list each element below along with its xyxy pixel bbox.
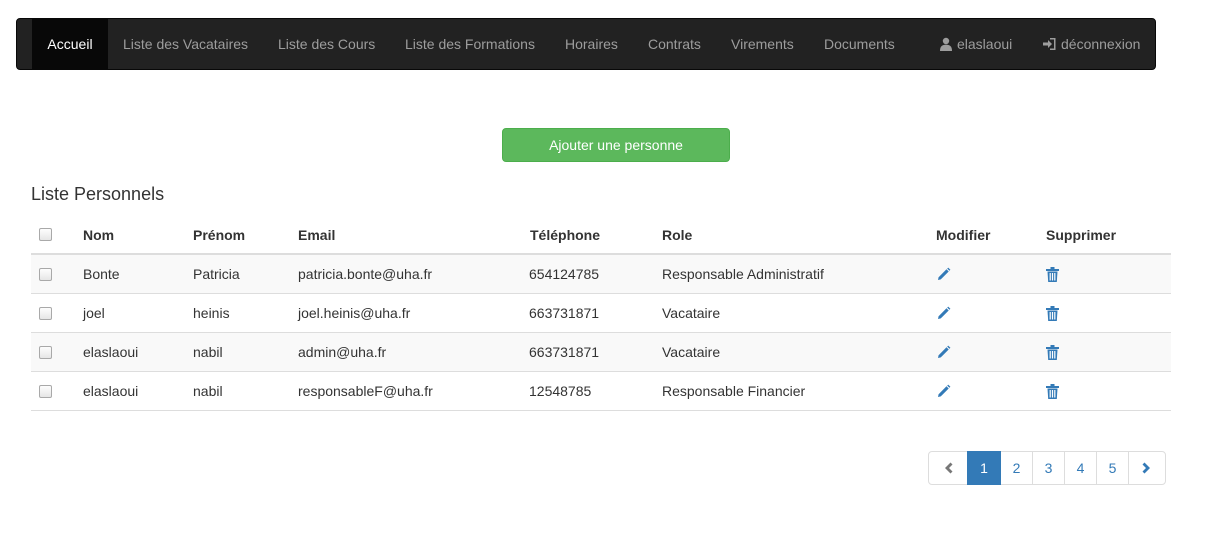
nav-documents-label: Documents xyxy=(824,36,895,52)
personnel-table: Nom Prénom Email Téléphone Role Modifier… xyxy=(31,216,1171,411)
nav-liste-cours-label: Liste des Cours xyxy=(278,36,376,52)
nav-liste-formations[interactable]: Liste des Formations xyxy=(405,19,535,69)
cell-nom: elaslaoui xyxy=(83,344,139,360)
chevron-left-icon xyxy=(945,462,953,474)
nav-horaires-label: Horaires xyxy=(565,36,618,52)
table-row: Bonte Patricia patricia.bonte@uha.fr 654… xyxy=(31,255,1171,294)
cell-email: joel.heinis@uha.fr xyxy=(298,305,411,321)
page-link-3[interactable]: 3 xyxy=(1032,451,1065,485)
cell-prenom: Patricia xyxy=(193,266,240,282)
trash-icon[interactable] xyxy=(1046,305,1059,321)
row-checkbox[interactable] xyxy=(39,345,52,359)
cell-nom: joel xyxy=(83,305,105,321)
cell-role: Vacataire xyxy=(662,305,721,321)
nav-liste-vacataires[interactable]: Liste des Vacataires xyxy=(123,19,248,69)
pagination-next[interactable] xyxy=(1128,451,1166,485)
user-icon xyxy=(940,37,952,51)
col-prenom: Prénom xyxy=(193,226,246,243)
trash-icon[interactable] xyxy=(1046,344,1059,360)
col-nom: Nom xyxy=(83,226,115,243)
nav-documents[interactable]: Documents xyxy=(824,19,895,69)
cell-prenom: heinis xyxy=(193,305,230,321)
pencil-icon[interactable] xyxy=(936,267,951,282)
cell-email: admin@uha.fr xyxy=(298,344,387,360)
page-link-4[interactable]: 4 xyxy=(1064,451,1097,485)
cell-email: responsableF@uha.fr xyxy=(298,383,433,399)
chevron-right-icon xyxy=(1142,462,1150,474)
cell-telephone: 12548785 xyxy=(529,383,592,399)
table-row: elaslaoui nabil responsableF@uha.fr 1254… xyxy=(31,372,1171,411)
page-link-1[interactable]: 1 xyxy=(967,451,1001,485)
pagination: 1 2 3 4 5 xyxy=(928,451,1166,485)
add-person-button[interactable]: Ajouter une personne xyxy=(502,128,730,162)
cell-prenom: nabil xyxy=(193,383,223,399)
table-header: Nom Prénom Email Téléphone Role Modifier… xyxy=(31,216,1171,255)
nav-contrats[interactable]: Contrats xyxy=(648,19,701,69)
nav-liste-formations-label: Liste des Formations xyxy=(405,36,535,52)
pencil-icon[interactable] xyxy=(936,306,951,321)
nav-logout-label: déconnexion xyxy=(1061,36,1141,52)
list-title: Liste Personnels xyxy=(31,184,165,204)
row-checkbox[interactable] xyxy=(39,267,52,281)
cell-role: Responsable Administratif xyxy=(662,266,824,282)
pencil-icon[interactable] xyxy=(936,345,951,360)
trash-icon[interactable] xyxy=(1046,266,1059,282)
cell-telephone: 654124785 xyxy=(529,266,600,282)
log-in-icon xyxy=(1043,38,1056,50)
nav-accueil-label: Accueil xyxy=(47,36,93,52)
nav-horaires[interactable]: Horaires xyxy=(565,19,618,69)
cell-telephone: 663731871 xyxy=(529,344,600,360)
col-modifier: Modifier xyxy=(936,226,991,243)
select-all-checkbox[interactable] xyxy=(39,228,52,241)
cell-role: Vacataire xyxy=(662,344,721,360)
col-telephone: Téléphone xyxy=(530,226,601,243)
cell-prenom: nabil xyxy=(193,344,223,360)
nav-liste-vacataires-label: Liste des Vacataires xyxy=(123,36,249,52)
top-navbar: Accueil Liste des Vacataires Liste des C… xyxy=(16,18,1156,70)
nav-liste-cours[interactable]: Liste des Cours xyxy=(278,19,375,69)
col-supprimer: Supprimer xyxy=(1046,226,1117,243)
cell-nom: elaslaoui xyxy=(83,383,139,399)
pencil-icon[interactable] xyxy=(936,384,951,399)
page-link-2[interactable]: 2 xyxy=(1000,451,1033,485)
row-checkbox[interactable] xyxy=(39,384,52,398)
add-person-label: Ajouter une personne xyxy=(549,137,683,153)
nav-virements[interactable]: Virements xyxy=(731,19,794,69)
row-checkbox[interactable] xyxy=(39,306,52,320)
cell-nom: Bonte xyxy=(83,266,120,282)
col-email: Email xyxy=(298,226,336,243)
trash-icon[interactable] xyxy=(1046,383,1059,399)
cell-role: Responsable Financier xyxy=(662,383,806,399)
col-role: Role xyxy=(662,226,693,243)
nav-accueil[interactable]: Accueil xyxy=(32,19,108,69)
pagination-prev[interactable] xyxy=(928,451,968,485)
cell-email: patricia.bonte@uha.fr xyxy=(298,266,433,282)
nav-user[interactable]: elaslaoui xyxy=(939,19,1012,69)
nav-virements-label: Virements xyxy=(731,36,794,52)
page-link-5[interactable]: 5 xyxy=(1096,451,1129,485)
nav-logout[interactable]: déconnexion xyxy=(1043,19,1140,69)
nav-user-label: elaslaoui xyxy=(957,36,1013,52)
nav-contrats-label: Contrats xyxy=(648,36,701,52)
cell-telephone: 663731871 xyxy=(529,305,600,321)
table-row: joel heinis joel.heinis@uha.fr 663731871… xyxy=(31,294,1171,333)
table-row: elaslaoui nabil admin@uha.fr 663731871 V… xyxy=(31,333,1171,372)
